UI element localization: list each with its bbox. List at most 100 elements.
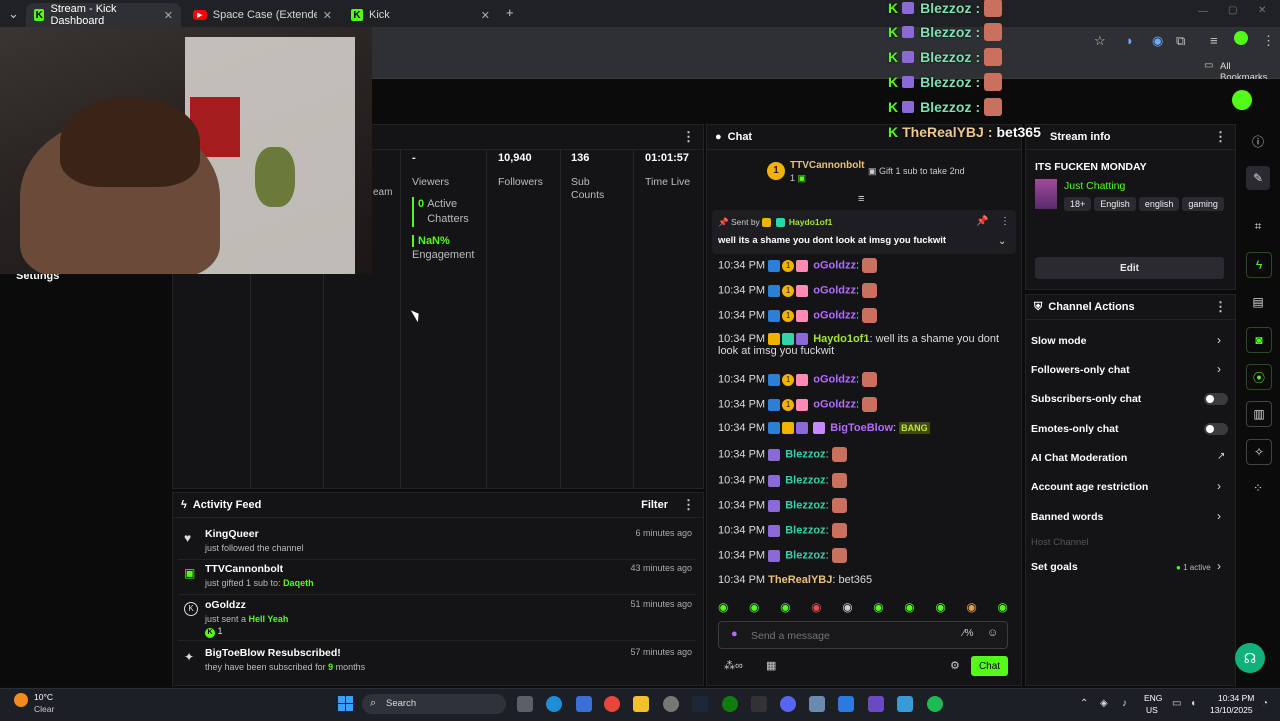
- activity-user[interactable]: BigToeBlow Resubscribed!: [205, 647, 341, 659]
- app-icon[interactable]: [576, 696, 592, 712]
- store-icon[interactable]: ▦: [766, 659, 776, 672]
- account-age-restriction[interactable]: Account age restriction: [1031, 481, 1148, 493]
- msg-user[interactable]: Blezzoz: [785, 499, 825, 511]
- msg-user[interactable]: Blezzoz: [785, 524, 825, 536]
- send-chat-button[interactable]: Chat: [971, 656, 1008, 676]
- xbox-icon[interactable]: [722, 696, 738, 712]
- tag[interactable]: gaming: [1182, 197, 1224, 211]
- emote-icon[interactable]: ◉: [997, 600, 1007, 616]
- emote-icon[interactable]: ◉: [811, 600, 821, 616]
- msg-user[interactable]: Blezzoz: [785, 474, 825, 486]
- info-icon[interactable]: ⓘ: [1246, 129, 1270, 153]
- discord-icon[interactable]: [780, 696, 796, 712]
- task-view-icon[interactable]: [517, 696, 533, 712]
- tab-list-icon[interactable]: ⌄: [8, 6, 19, 22]
- emoji-icon[interactable]: ☺: [987, 627, 998, 639]
- ai-chat-moderation[interactable]: AI Chat Moderation: [1031, 452, 1127, 464]
- chevron-right-icon[interactable]: ›: [1217, 362, 1221, 376]
- msg-user[interactable]: BigToeBlow: [830, 422, 893, 434]
- bookmark-star-icon[interactable]: ☆: [1094, 33, 1106, 49]
- crop-icon[interactable]: ⌗: [1246, 214, 1270, 238]
- more-icon[interactable]: ⋮: [682, 497, 695, 513]
- emote-icon[interactable]: ◉: [718, 600, 728, 616]
- wrench-icon[interactable]: ✧: [1246, 439, 1272, 465]
- msg-user[interactable]: oGoldzz: [813, 259, 856, 271]
- tag[interactable]: 18+: [1064, 197, 1092, 211]
- emote-icon[interactable]: ◉: [780, 600, 790, 616]
- activity-user[interactable]: TTVCannonbolt: [205, 563, 283, 575]
- app-icon[interactable]: [663, 696, 679, 712]
- emote-icon[interactable]: ◉: [749, 600, 759, 616]
- mic-tray-icon[interactable]: ♪: [1122, 698, 1127, 709]
- msg-user[interactable]: oGoldzz: [813, 309, 856, 321]
- steam-icon[interactable]: [692, 696, 708, 712]
- network-icon[interactable]: ◈: [1100, 698, 1108, 709]
- gift-cta[interactable]: ▣ Gift 1 sub to take 2nd: [868, 166, 965, 177]
- msg-user[interactable]: oGoldzz: [813, 373, 856, 385]
- emote-icon[interactable]: ◉: [966, 600, 976, 616]
- command-icon[interactable]: ⁄%: [963, 628, 974, 639]
- edit-button[interactable]: Edit: [1035, 257, 1224, 279]
- epic-games-icon[interactable]: [751, 696, 767, 712]
- app-icon[interactable]: [897, 696, 913, 712]
- close-icon[interactable]: ✕: [481, 9, 490, 22]
- mic-icon[interactable]: ●: [731, 628, 738, 640]
- chevron-right-icon[interactable]: ›: [1217, 559, 1221, 573]
- subscribers-only-toggle[interactable]: [1204, 393, 1228, 405]
- banned-words[interactable]: Banned words: [1031, 511, 1103, 523]
- settings-icon[interactable]: [809, 696, 825, 712]
- lang-indicator[interactable]: ENG: [1144, 693, 1162, 703]
- chevron-down-icon[interactable]: ⌄: [998, 236, 1006, 247]
- collapse-icon[interactable]: ≡: [858, 193, 864, 205]
- new-tab-icon[interactable]: +: [506, 5, 514, 20]
- msg-user[interactable]: TheRealYBJ: [768, 574, 832, 586]
- tab-kick[interactable]: K Kick ✕: [343, 3, 498, 27]
- layout-icon[interactable]: ▥: [1246, 401, 1272, 427]
- clock-time[interactable]: 10:34 PM: [1218, 693, 1254, 703]
- chevron-right-icon[interactable]: ›: [1217, 333, 1221, 347]
- emote-icon[interactable]: ◉: [873, 600, 883, 616]
- extension-icon[interactable]: ◉: [1152, 33, 1163, 49]
- minimize-icon[interactable]: —: [1198, 6, 1208, 17]
- pencil-icon[interactable]: ✎: [1246, 166, 1270, 190]
- set-goals[interactable]: Set goals: [1031, 561, 1078, 573]
- emotes-only-toggle[interactable]: [1204, 423, 1228, 435]
- obs-icon[interactable]: [868, 696, 884, 712]
- more-icon[interactable]: ⋮: [1214, 299, 1227, 315]
- close-icon[interactable]: ✕: [323, 9, 332, 22]
- users-icon[interactable]: ⁘: [1246, 476, 1270, 500]
- file-explorer-icon[interactable]: [633, 696, 649, 712]
- edge-icon[interactable]: [546, 696, 562, 712]
- puzzle-icon[interactable]: ⧉: [1176, 33, 1185, 49]
- weather-icon[interactable]: [14, 693, 28, 707]
- audio-icon[interactable]: ◗: [1126, 33, 1134, 48]
- chat-icon[interactable]: ◙: [1246, 327, 1272, 353]
- filter-button[interactable]: Filter: [641, 499, 668, 511]
- pin-icon[interactable]: 📌: [976, 216, 988, 227]
- windows-start-icon[interactable]: [338, 696, 353, 711]
- chevron-right-icon[interactable]: ›: [1217, 479, 1221, 493]
- slow-mode[interactable]: Slow mode: [1031, 335, 1086, 347]
- volume-icon[interactable]: ◖: [1190, 698, 1196, 709]
- activity-user[interactable]: oGoldzz: [205, 599, 246, 611]
- close-icon[interactable]: ✕: [164, 9, 173, 22]
- tab-youtube[interactable]: ▶ Space Case (Extended Mix) - Yo ✕: [185, 3, 340, 27]
- followers-only-chat[interactable]: Followers-only chat: [1031, 364, 1130, 376]
- emote-icon[interactable]: ◉: [935, 600, 945, 616]
- chevron-up-icon[interactable]: ⌃: [1080, 698, 1088, 709]
- taskbar-search[interactable]: ⌕ Search: [362, 694, 506, 714]
- msg-user[interactable]: Blezzoz: [785, 448, 825, 460]
- kicks-icon[interactable]: ⁂∞: [724, 659, 743, 672]
- clipboard-icon[interactable]: ▤: [1246, 290, 1270, 314]
- msg-user[interactable]: oGoldzz: [813, 284, 856, 296]
- tag[interactable]: english: [1138, 197, 1180, 211]
- external-link-icon[interactable]: ↗: [1217, 451, 1225, 462]
- more-icon[interactable]: ⋮: [1000, 216, 1010, 227]
- tag[interactable]: English: [1094, 197, 1136, 211]
- activity-user[interactable]: KingQueer: [205, 528, 259, 540]
- chevron-right-icon[interactable]: ›: [1217, 509, 1221, 523]
- top-gifter-name[interactable]: TTVCannonbolt: [790, 160, 864, 171]
- pinned-author[interactable]: Haydo1of1: [789, 217, 832, 227]
- msg-user[interactable]: oGoldzz: [813, 398, 856, 410]
- msg-user[interactable]: Blezzoz: [785, 549, 825, 561]
